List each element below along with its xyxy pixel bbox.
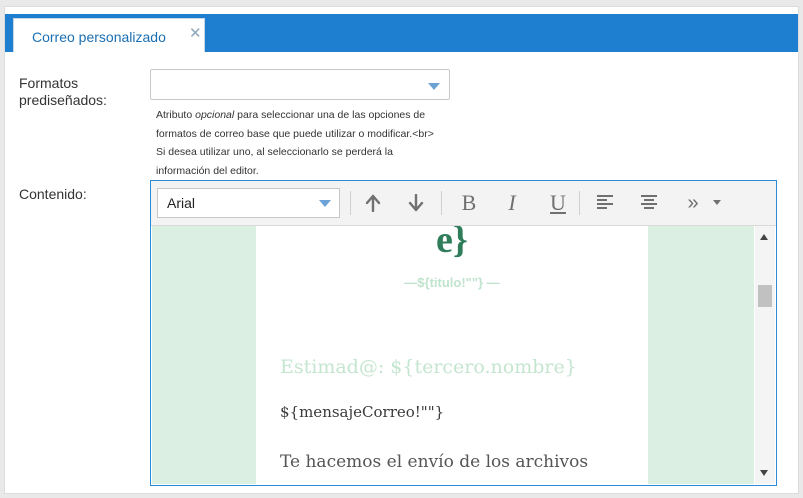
arrow-up-icon[interactable] (360, 190, 386, 216)
editor-toolbar: Arial B I U » (151, 181, 776, 226)
more-icon[interactable]: » (680, 190, 706, 216)
scroll-up-icon[interactable] (760, 234, 768, 240)
font-family-select[interactable]: Arial (157, 188, 340, 218)
italic-icon[interactable]: I (499, 190, 525, 216)
template-message: ${mensajeCorreo!""} (280, 403, 445, 421)
template-title: —${titulo!""} — (404, 275, 500, 290)
chevron-down-icon (428, 83, 440, 90)
toolbar-divider (579, 191, 580, 215)
arrow-down-icon[interactable] (403, 190, 429, 216)
editor-content[interactable]: e} —${titulo!""} — Estimad@: ${tercero.n… (152, 226, 754, 484)
template-body-text: Te hacemos el envío de los archivos (280, 452, 589, 472)
close-icon[interactable]: ✕ (189, 24, 202, 42)
toolbar-divider (350, 191, 351, 215)
formatos-label: Formatos prediseñados: (19, 75, 107, 109)
chevron-down-icon (319, 200, 331, 207)
help-line-4: información del editor. (156, 164, 259, 177)
underline-icon[interactable]: U (545, 190, 571, 216)
bold-icon[interactable]: B (456, 190, 482, 216)
help-text-c: para seleccionar una de las opciones de (234, 109, 426, 121)
align-center-icon[interactable] (636, 190, 662, 216)
tab-bar: Correo personalizado ✕ (5, 14, 798, 52)
formatos-help-text: Atributo opcional para seleccionar una d… (156, 106, 456, 180)
template-logo: e} (436, 226, 468, 261)
formatos-label-line2: prediseñados: (19, 92, 107, 108)
contenido-label: Contenido: (19, 186, 87, 202)
tab-correo-personalizado[interactable]: Correo personalizado ✕ (13, 18, 205, 52)
help-text-optional: opcional (195, 109, 235, 121)
formatos-select[interactable] (150, 69, 450, 100)
help-text-a: Atributo (156, 109, 196, 121)
custom-email-panel: Correo personalizado ✕ Formatos prediseñ… (4, 6, 799, 494)
vertical-scrollbar[interactable] (755, 226, 775, 484)
align-left-icon[interactable] (592, 190, 618, 216)
help-line-2: formatos de correo base que puede utiliz… (156, 127, 434, 140)
chevron-down-icon[interactable] (713, 200, 721, 205)
email-template-page: e} —${titulo!""} — Estimad@: ${tercero.n… (256, 226, 648, 484)
rich-text-editor: Arial B I U » e} —${titulo!""} — Estimad… (150, 180, 777, 486)
help-line-3: Si desea utilizar uno, al seleccionarlo … (156, 146, 393, 158)
template-greeting: Estimad@: ${tercero.nombre} (280, 356, 577, 378)
scroll-down-icon[interactable] (760, 470, 768, 476)
formatos-label-line1: Formatos (19, 75, 79, 91)
help-line-1: Atributo opcional para seleccionar una d… (156, 106, 456, 125)
font-family-value: Arial (167, 195, 196, 211)
toolbar-divider (441, 191, 442, 215)
tab-label: Correo personalizado (32, 29, 166, 45)
scrollbar-thumb[interactable] (758, 285, 772, 307)
